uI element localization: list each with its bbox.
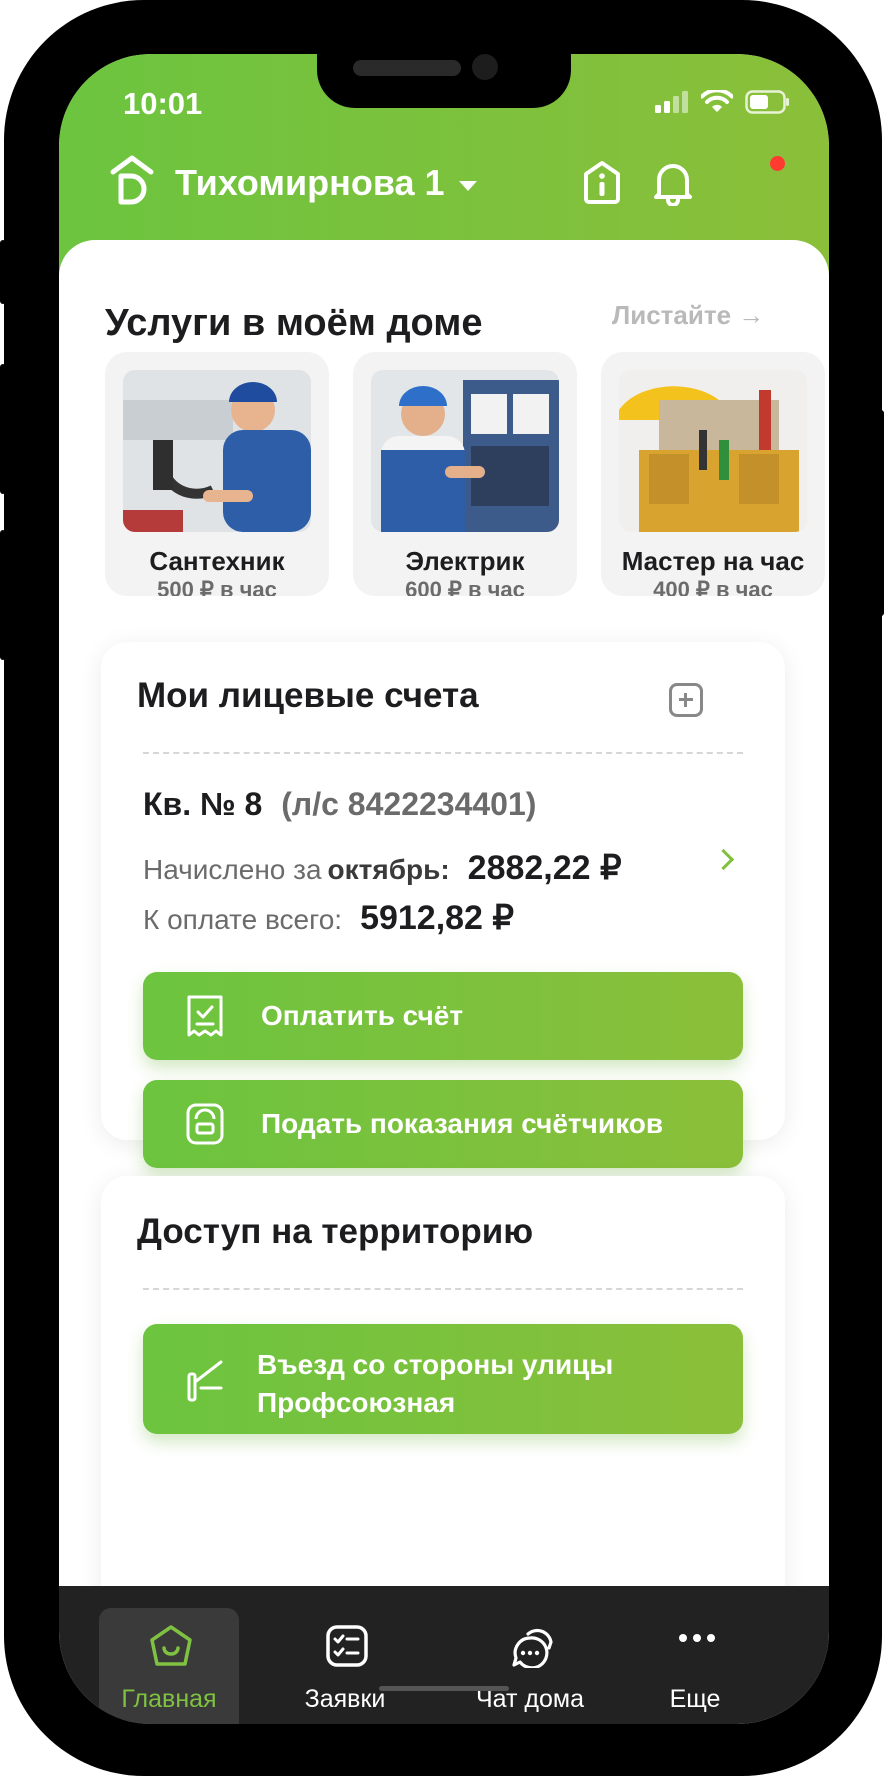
- chevron-down-icon: [458, 181, 477, 191]
- battery-icon: [745, 90, 789, 114]
- charged-label: Начислено за: [143, 854, 322, 885]
- wifi-icon: [701, 90, 733, 112]
- service-price: 500 ₽ в час: [157, 577, 277, 596]
- app-logo-icon: [110, 155, 154, 205]
- tab-label: Еще: [669, 1685, 721, 1713]
- pay-bill-button[interactable]: Оплатить счёт: [143, 972, 743, 1060]
- service-name: Сантехник: [149, 546, 285, 576]
- total-label: К оплате всего:: [143, 904, 343, 935]
- divider: [143, 752, 743, 754]
- charged-amount: 2882,22 ₽: [467, 849, 622, 887]
- account-number: (л/с 8422234401): [281, 786, 537, 822]
- apartment-info: Кв. № 8 (л/с 8422234401): [143, 786, 536, 823]
- access-panel: Доступ на территорию Въезд со стороны ул…: [101, 1176, 785, 1616]
- power-button: [878, 410, 884, 616]
- entry-line-2: Профсоюзная: [257, 1387, 456, 1418]
- notch-speaker: [353, 60, 461, 76]
- submit-meter-readings-label: Подать показания счётчиков: [261, 1108, 664, 1139]
- services-title: Услуги в моём доме: [105, 302, 483, 344]
- bottom-tab-bar: Главная Заявки Чат дома Еще: [59, 1586, 829, 1724]
- apartment-number: Кв. № 8: [143, 786, 263, 822]
- electrician-photo: [371, 370, 559, 532]
- handyman-photo: [619, 370, 807, 532]
- volume-up-button: [0, 364, 6, 494]
- receipt-icon: [187, 995, 223, 1037]
- charged-month: октябрь:: [327, 854, 450, 885]
- service-name: Мастер на час: [621, 546, 805, 576]
- swipe-hint: Листайте →: [612, 300, 765, 330]
- home-icon: [150, 1625, 192, 1666]
- barrier-gate-icon: [187, 1360, 223, 1402]
- notch-camera: [472, 54, 498, 80]
- service-card-plumber[interactable]: Сантехник 500 ₽ в час: [105, 352, 329, 596]
- plumber-photo: [123, 370, 311, 532]
- chevron-right-icon[interactable]: [712, 848, 735, 871]
- status-icons: [655, 90, 791, 114]
- more-icon: [679, 1634, 715, 1642]
- app-screen: 10:01 Тихомирнова 1 Услуги в моём доме Л…: [59, 54, 829, 1724]
- total-amount: 5912,82 ₽: [360, 899, 515, 937]
- home-indicator[interactable]: [379, 1686, 509, 1691]
- mute-switch: [0, 240, 6, 304]
- services-carousel[interactable]: Сантехник 500 ₽ в час Электрик 600 ₽ в ч…: [105, 352, 829, 596]
- divider: [143, 1288, 743, 1290]
- service-price: 400 ₽ в час: [653, 577, 773, 596]
- address-label: Тихомирнова 1: [175, 162, 445, 203]
- total-row: К оплате всего: 5912,82 ₽: [143, 898, 514, 938]
- info-icon[interactable]: [578, 158, 626, 206]
- access-title: Доступ на территорию: [137, 1212, 534, 1251]
- service-card-handyman[interactable]: Мастер на час 400 ₽ в час: [601, 352, 825, 596]
- volume-down-button: [0, 530, 6, 660]
- notification-badge: [770, 156, 785, 171]
- phone-frame: 10:01 Тихомирнова 1 Услуги в моём доме Л…: [0, 0, 884, 1776]
- status-time: 10:01: [123, 86, 203, 121]
- chat-icon: [512, 1628, 553, 1668]
- accounts-panel: Мои лицевые счета Кв. № 8 (л/с 842223440…: [101, 642, 785, 1168]
- service-name: Электрик: [405, 546, 525, 576]
- submit-meter-readings-button[interactable]: Подать показания счётчиков: [143, 1080, 743, 1168]
- pay-bill-label: Оплатить счёт: [261, 1000, 464, 1031]
- notification-bell-icon[interactable]: [649, 158, 697, 206]
- charged-row[interactable]: Начислено за октябрь: 2882,22 ₽: [143, 848, 622, 888]
- device-notch: [317, 54, 571, 108]
- tab-requests[interactable]: Заявки: [275, 1608, 415, 1724]
- entry-gate-label: Въезд со стороны улицы Профсоюзная: [257, 1346, 613, 1422]
- accounts-title: Мои лицевые счета: [137, 676, 479, 715]
- tab-house-chat[interactable]: Чат дома: [460, 1608, 600, 1724]
- service-price: 600 ₽ в час: [405, 577, 525, 596]
- meter-icon: [186, 1103, 224, 1145]
- service-card-electrician[interactable]: Электрик 600 ₽ в час: [353, 352, 577, 596]
- tab-home[interactable]: Главная: [99, 1608, 239, 1724]
- signal-icon: [655, 91, 688, 113]
- add-account-icon[interactable]: [669, 683, 703, 717]
- address-selector[interactable]: Тихомирнова 1: [175, 162, 477, 204]
- checklist-icon: [326, 1625, 368, 1667]
- tab-more[interactable]: Еще: [625, 1608, 765, 1724]
- entry-line-1: Въезд со стороны улицы: [257, 1349, 614, 1380]
- tab-label: Главная: [121, 1685, 217, 1713]
- entry-gate-button[interactable]: Въезд со стороны улицы Профсоюзная: [143, 1324, 743, 1434]
- main-content[interactable]: Услуги в моём доме Листайте → Сантехник …: [59, 240, 829, 1616]
